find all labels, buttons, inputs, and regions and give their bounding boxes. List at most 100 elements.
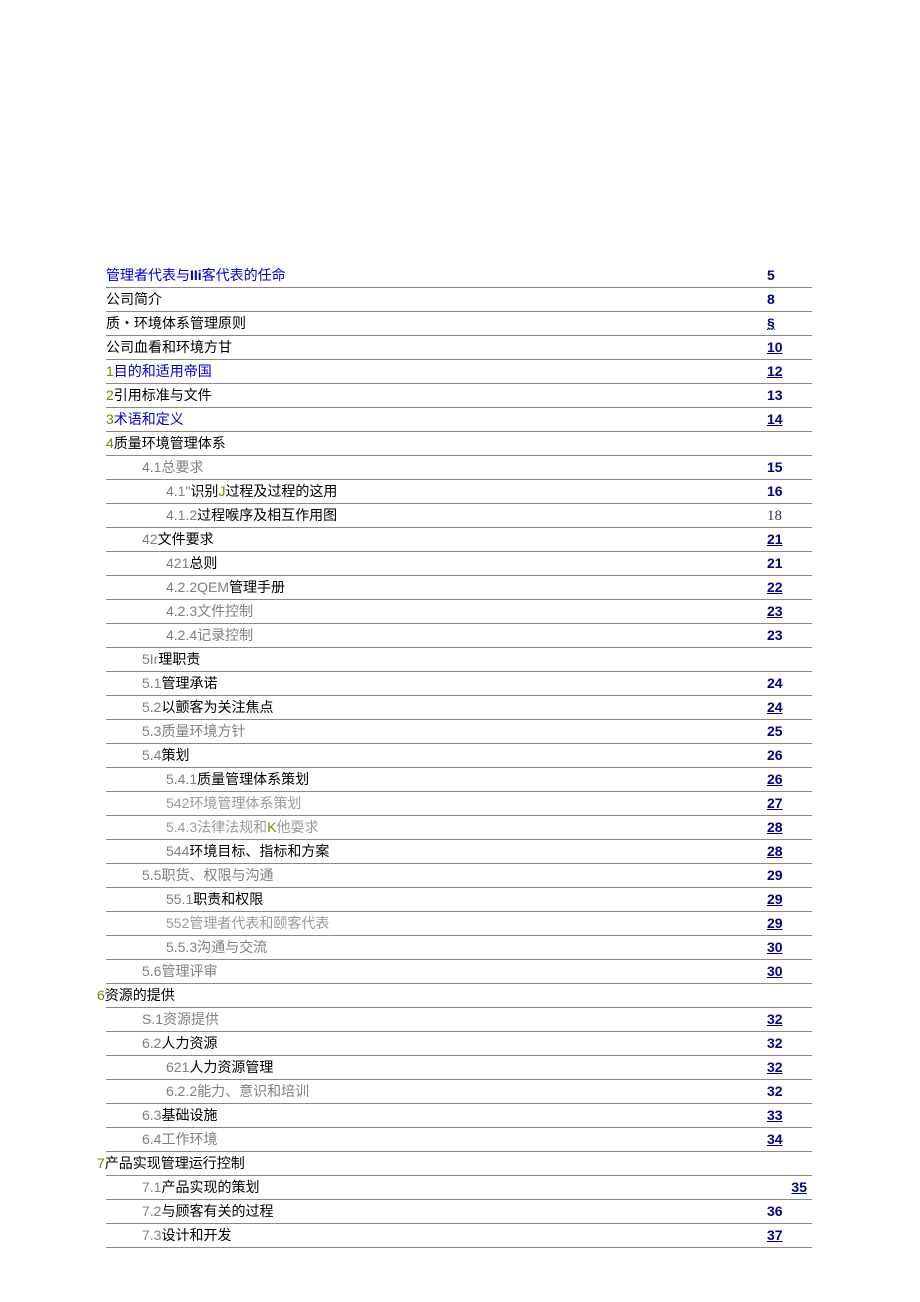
toc-page-number[interactable]: 33 — [767, 1105, 812, 1125]
toc-text-part: 文件要求 — [158, 533, 214, 548]
toc-text-part: 7.1 — [142, 1179, 161, 1195]
toc-row: 6.2.2能力、意识和培训32 — [106, 1080, 812, 1104]
toc-label: 621人力资源管理 — [106, 1057, 767, 1079]
toc-page-number[interactable]: 22 — [767, 577, 812, 597]
toc-text-part: 公司简介 — [106, 293, 162, 308]
toc-row: 2引用标准与文件13 — [106, 384, 812, 408]
toc-text-part: 4.2.2QEM — [166, 579, 229, 595]
toc-page-number[interactable]: 15 — [767, 457, 812, 477]
toc-text-part: 4.1 — [142, 459, 161, 475]
toc-text-part: 2 — [106, 387, 114, 403]
toc-text-part: 5.4 — [142, 747, 161, 763]
toc-page-number[interactable]: 32 — [767, 1033, 812, 1053]
toc-page-number[interactable]: § — [767, 313, 812, 333]
toc-page-number[interactable]: 25 — [767, 721, 812, 741]
toc-page-number[interactable]: 16 — [767, 481, 812, 501]
toc-text-part: 621 — [166, 1059, 189, 1075]
toc-page-number[interactable]: 28 — [767, 817, 812, 837]
toc-label: 4.1.2过程喉序及相互作用图 — [106, 505, 767, 527]
toc-text-part: 沟通与交流 — [197, 941, 267, 956]
toc-label: 公司血看和环境方甘 — [106, 339, 767, 359]
toc-label: 5.4.1质量管理体系策划 — [106, 769, 767, 791]
toc-text-part: 职货、权限与沟通 — [161, 869, 273, 884]
toc-text-part: 过程喉序及相互作用图 — [197, 509, 337, 524]
toc-label: 5.5.3沟通与交流 — [106, 937, 767, 959]
toc-page-number[interactable]: 32 — [767, 1057, 812, 1077]
toc-row: 4.2.3文件控制 23 — [106, 600, 812, 624]
toc-row: 4质量环境管理体系 — [106, 432, 812, 456]
toc-text-part: 产品实现管理运行控制 — [105, 1157, 245, 1172]
toc-text-part: 6.2 — [142, 1035, 161, 1051]
toc-text-part: 5.5 — [142, 867, 161, 883]
toc-row: 7产品实现管理运行控制 — [106, 1152, 812, 1176]
toc-page-number[interactable]: 5 — [767, 265, 812, 285]
toc-text-part: 理职责 — [158, 653, 200, 668]
toc-row: 4.1总要求15 — [106, 456, 812, 480]
toc-page-number[interactable]: 18 — [767, 506, 812, 526]
toc-page-number[interactable]: 30 — [767, 961, 812, 981]
toc-page-number[interactable]: 14 — [767, 409, 812, 429]
toc-text-part: 人力资源管理 — [189, 1061, 273, 1076]
toc-page-number[interactable]: 26 — [767, 769, 812, 789]
toc-text-part: IIi — [190, 267, 202, 283]
toc-text-part: 5.6 — [142, 963, 161, 979]
toc-text-part: 职责和权限 — [193, 893, 263, 908]
toc-page-number[interactable]: 29 — [767, 889, 812, 909]
toc-page-number[interactable]: 36 — [767, 1201, 812, 1221]
toc-text-part: 542 — [166, 795, 189, 811]
toc-text-part: 5.3 — [142, 723, 161, 739]
toc-page-number[interactable]: 29 — [767, 913, 812, 933]
toc-page-number[interactable]: 21 — [767, 553, 812, 573]
toc-text-part: 过程及过程的这用 — [225, 485, 337, 500]
toc-page-number[interactable]: 26 — [767, 745, 812, 765]
toc-page-number[interactable]: 8 — [767, 289, 812, 309]
toc-label: 6.3基础设施 — [106, 1105, 767, 1127]
toc-page-number[interactable]: 27 — [767, 793, 812, 813]
toc-label: 6资源的提供 — [97, 985, 767, 1007]
toc-page-number[interactable]: 23 — [767, 625, 812, 645]
toc-page-number[interactable]: 24 — [767, 673, 812, 693]
toc-page-number[interactable]: 32 — [767, 1009, 812, 1029]
toc-label: 5.5职货、权限与沟通 — [106, 865, 767, 887]
toc-row: 7.1产品实现的策划 35 — [106, 1176, 812, 1200]
toc-text-part: 基础设施 — [161, 1109, 217, 1124]
toc-page-number[interactable]: 30 — [767, 937, 812, 957]
toc-row: 621人力资源管理32 — [106, 1056, 812, 1080]
toc-row: 4.2.2QEM管理手册22 — [106, 576, 812, 600]
toc-label: 4.2.2QEM管理手册 — [106, 577, 767, 599]
toc-label: 公司简介 — [106, 291, 767, 311]
toc-page-number[interactable]: 34 — [767, 1129, 812, 1149]
toc-label: 4.1"识别J过程及过程的这用 — [106, 481, 767, 503]
toc-page-number[interactable]: 13 — [767, 385, 812, 405]
toc-text-part: 文件控制 — [197, 605, 253, 620]
toc-text-part: 544 — [166, 843, 189, 859]
toc-label: 5.6管理评审 — [106, 961, 767, 983]
toc-label: 421总则 — [106, 553, 767, 575]
toc-text-part: 策划 — [161, 749, 189, 764]
toc-page-number[interactable]: 28 — [767, 841, 812, 861]
toc-text-part: 552 — [166, 915, 189, 931]
toc-row: 5.5.3沟通与交流30 — [106, 936, 812, 960]
toc-page-number[interactable]: 21 — [767, 529, 812, 549]
toc-text-part: 5.4.3 — [166, 819, 197, 835]
toc-page-number[interactable]: 10 — [767, 337, 812, 357]
toc-row: 5.4.1质量管理体系策划26 — [106, 768, 812, 792]
toc-page-number[interactable]: 12 — [767, 361, 812, 381]
toc-page-number[interactable]: 35 — [762, 1177, 812, 1197]
toc-text-part: 资源提供 — [163, 1013, 219, 1028]
toc-text-part: 管理者代表与 — [106, 269, 190, 284]
toc-text-part: 4.2.3 — [166, 603, 197, 619]
toc-text-part: 产品实现的策划 — [161, 1181, 259, 1196]
toc-row: 5.4.3法律法规和K他耍求28 — [106, 816, 812, 840]
toc-row: 5.2以颤客为关注焦点 24 — [106, 696, 812, 720]
toc-page-number[interactable]: 29 — [767, 865, 812, 885]
toc-text-part: 7 — [97, 1155, 105, 1171]
toc-page-number[interactable]: 37 — [767, 1225, 812, 1245]
toc-page-number[interactable]: 24 — [767, 697, 812, 717]
toc-row: 5.1管理承诺24 — [106, 672, 812, 696]
toc-page-number[interactable]: 32 — [767, 1081, 812, 1101]
toc-text-part: 以颤客为关注焦点 — [161, 701, 273, 716]
toc-page-number[interactable]: 23 — [767, 601, 812, 621]
toc-row: 6资源的提供 — [106, 984, 812, 1008]
toc-text-part: 5.2 — [142, 699, 161, 715]
